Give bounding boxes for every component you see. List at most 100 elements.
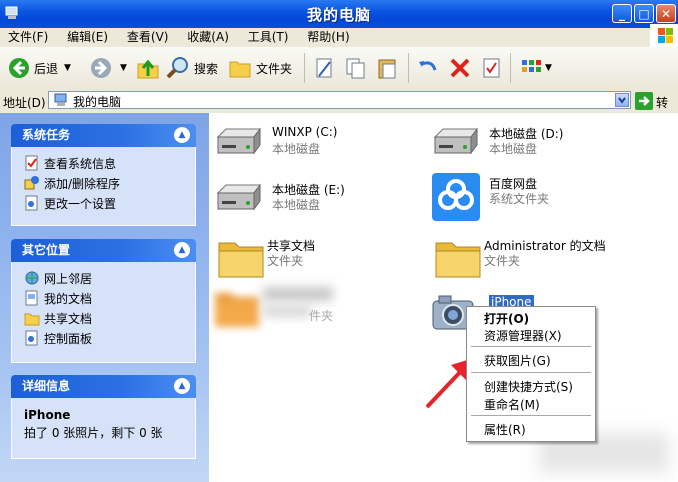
system-tasks-header[interactable]: 系统任务 ▲	[11, 124, 196, 147]
collapse-chevron-icon[interactable]: ▲	[174, 378, 190, 394]
item-name: WINXP (C:)	[272, 125, 338, 139]
place-label: 网上邻居	[44, 271, 93, 286]
file-view: WINXP (C:) 本地磁盘 本地磁盘 (D:) 本地磁盘 本地磁盘 (E:)…	[209, 113, 678, 482]
place-shared-documents[interactable]: 共享文档	[24, 308, 195, 328]
windows-logo-icon	[650, 24, 678, 48]
task-label: 查看系统信息	[44, 156, 117, 171]
task-label: 更改一个设置	[44, 196, 117, 211]
search-button[interactable]: 搜索	[166, 53, 218, 83]
menu-separator	[471, 372, 591, 373]
menu-item-properties[interactable]: 属性(R)	[484, 421, 526, 438]
back-label: 后退	[34, 61, 59, 76]
clipboard-icon	[378, 59, 396, 79]
folders-label: 文件夹	[256, 61, 293, 76]
search-label: 搜索	[194, 61, 219, 76]
task-label: 添加/删除程序	[44, 176, 121, 191]
address-bar: 地址(D) 我的电脑 转到	[0, 89, 678, 127]
title-bar: 我的电脑 _ □ ✕	[0, 0, 678, 28]
menu-file[interactable]: 文件(F)	[0, 28, 55, 47]
forward-button[interactable]: ▼	[90, 53, 127, 83]
move-to-button[interactable]	[314, 53, 336, 83]
forward-dropdown-icon[interactable]: ▼	[120, 63, 127, 73]
copy-to-button[interactable]	[344, 53, 368, 83]
menu-item-open[interactable]: 打开(O)	[484, 310, 529, 327]
views-icon	[522, 60, 541, 72]
network-icon	[25, 271, 39, 285]
menu-item-rename[interactable]: 重命名(M)	[484, 396, 540, 413]
add-remove-programs-icon	[24, 176, 39, 190]
item-type: 件夹	[309, 309, 334, 323]
system-tasks-title: 系统任务	[22, 128, 71, 142]
details-header[interactable]: 详细信息 ▲	[11, 375, 196, 398]
details-panel: 详细信息 ▲ iPhone 拍了 0 张照片，剩下 0 张	[11, 375, 196, 459]
maximize-button[interactable]: □	[634, 4, 654, 23]
redacted-name	[263, 287, 333, 301]
menu-item-explorer[interactable]: 资源管理器(X)	[484, 327, 562, 344]
other-places-panel: 其它位置 ▲ 网上邻居 我的文档 共享文档 控制面板	[11, 239, 196, 363]
system-info-icon	[25, 155, 38, 171]
delete-button[interactable]	[448, 53, 472, 83]
paste-button[interactable]	[376, 53, 400, 83]
menu-view[interactable]: 查看(V)	[119, 28, 176, 47]
toolbar: 后退 ▼ ▼ 搜索 文件夹 ▼	[0, 47, 678, 90]
collapse-chevron-icon[interactable]: ▲	[174, 127, 190, 143]
folder-icon	[218, 242, 264, 278]
place-control-panel[interactable]: 控制面板	[24, 328, 195, 348]
menu-item-create-shortcut[interactable]: 创建快捷方式(S)	[484, 378, 573, 395]
address-label: 地址(D)	[3, 96, 46, 110]
place-label: 共享文档	[44, 311, 93, 326]
move-to-icon	[316, 58, 332, 78]
details-item-name: iPhone	[24, 408, 71, 422]
other-places-title: 其它位置	[22, 243, 71, 257]
address-input[interactable]: 我的电脑	[48, 91, 631, 109]
item-type: 本地磁盘	[272, 142, 321, 156]
back-button[interactable]: 后退 ▼	[8, 53, 71, 83]
folder-icon	[435, 242, 481, 278]
item-type: 文件夹	[267, 254, 304, 268]
undo-button[interactable]	[416, 53, 440, 83]
place-my-documents[interactable]: 我的文档	[24, 288, 195, 308]
address-value: 我的电脑	[73, 95, 122, 109]
system-tasks-panel: 系统任务 ▲ 查看系统信息 添加/删除程序 更改一个设置	[11, 124, 196, 226]
menu-tools[interactable]: 工具(T)	[240, 28, 296, 47]
views-button[interactable]: ▼	[520, 53, 552, 83]
menu-favorites[interactable]: 收藏(A)	[179, 28, 236, 47]
collapse-chevron-icon[interactable]: ▲	[174, 242, 190, 258]
task-change-setting[interactable]: 更改一个设置	[24, 193, 195, 213]
task-add-remove-programs[interactable]: 添加/删除程序	[24, 173, 195, 193]
toolbar-separator	[408, 53, 409, 83]
up-folder-button[interactable]	[136, 53, 160, 83]
menu-separator	[471, 415, 591, 416]
folders-icon	[229, 61, 251, 78]
place-label: 控制面板	[44, 331, 93, 346]
redacted-type-block	[263, 305, 311, 317]
folder-icon	[215, 293, 259, 327]
minimize-button[interactable]: _	[612, 4, 632, 23]
other-places-header[interactable]: 其它位置 ▲	[11, 239, 196, 262]
my-computer-icon	[54, 93, 67, 106]
menu-bar: 文件(F) 编辑(E) 查看(V) 收藏(A) 工具(T) 帮助(H)	[0, 28, 678, 48]
menu-item-get-pictures[interactable]: 获取图片(G)	[484, 352, 551, 369]
hard-drive-icon	[433, 127, 478, 155]
menu-edit[interactable]: 编辑(E)	[59, 28, 115, 47]
item-type: 文件夹	[484, 254, 521, 268]
address-dropdown-icon[interactable]	[615, 93, 629, 107]
control-panel-icon	[25, 195, 38, 211]
folders-button[interactable]: 文件夹	[228, 53, 292, 83]
copy-to-icon	[346, 58, 365, 79]
toolbar-separator	[304, 53, 305, 83]
item-type: 本地磁盘	[489, 142, 538, 156]
close-button[interactable]: ✕	[656, 4, 676, 23]
menu-help[interactable]: 帮助(H)	[299, 28, 356, 47]
go-arrow-icon[interactable]	[635, 92, 653, 110]
item-type: 本地磁盘	[272, 198, 321, 212]
place-network[interactable]: 网上邻居	[24, 268, 195, 288]
window-title: 我的电脑	[306, 6, 371, 24]
hard-drive-icon	[216, 183, 261, 211]
properties-button[interactable]	[481, 53, 503, 83]
my-documents-icon	[25, 290, 38, 306]
task-view-system-info[interactable]: 查看系统信息	[24, 153, 195, 173]
views-dropdown-icon[interactable]: ▼	[545, 63, 552, 73]
back-dropdown-icon[interactable]: ▼	[64, 63, 71, 73]
task-pane: 系统任务 ▲ 查看系统信息 添加/删除程序 更改一个设置 其它位置 ▲ 网上邻居…	[0, 113, 209, 482]
